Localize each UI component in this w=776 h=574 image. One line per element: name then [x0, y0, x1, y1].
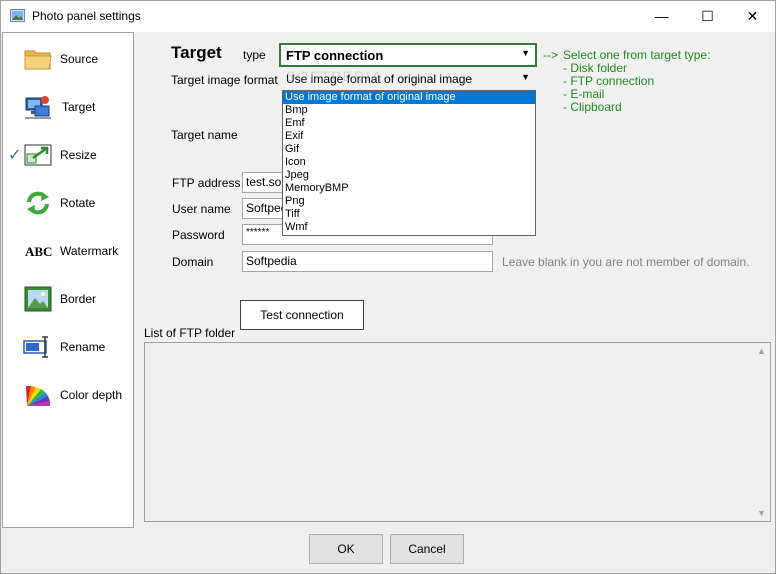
hint-arrow: --> [543, 48, 558, 62]
title-bar: Photo panel settings — ☐ ✕ [1, 1, 775, 32]
window-title: Photo panel settings [32, 9, 141, 23]
folder-list-label: List of FTP folder [144, 326, 236, 340]
dropdown-option[interactable]: Wmf [283, 221, 535, 234]
sidebar-item-label: Border [60, 292, 97, 306]
sidebar-item-rename[interactable]: Rename [3, 327, 133, 367]
maximize-icon: ☐ [701, 7, 714, 24]
network-icon [25, 96, 51, 119]
ok-button[interactable]: OK [309, 534, 383, 564]
test-connection-button[interactable]: Test connection [240, 300, 364, 330]
dropdown-option[interactable]: Exif [283, 130, 535, 143]
chevron-down-icon: ▼ [521, 72, 530, 82]
sidebar-item-rotate[interactable]: Rotate [3, 183, 133, 223]
sidebar-item-label: Source [60, 52, 99, 66]
domain-label: Domain [172, 255, 214, 269]
scroll-up-icon[interactable]: ▲ [757, 346, 766, 356]
scroll-down-icon[interactable]: ▼ [757, 508, 766, 518]
dropdown-option[interactable]: Tiff [283, 208, 535, 221]
ftp-folder-list[interactable]: ▲ ▼ [144, 342, 771, 522]
ftp-address-label: FTP address [172, 176, 241, 190]
dropdown-option[interactable]: Jpeg [283, 169, 535, 182]
dropdown-option[interactable]: Use image format of original image [283, 91, 535, 104]
sidebar-item-resize[interactable]: ✓ Resize [3, 135, 133, 175]
image-format-label: Target image format [171, 73, 278, 87]
user-name-label: User name [172, 202, 231, 216]
dropdown-option[interactable]: Gif [283, 143, 535, 156]
minimize-icon: — [654, 8, 669, 24]
close-icon: ✕ [746, 7, 759, 24]
target-name-label: Target name [171, 128, 238, 142]
hint-line: - E-mail [563, 87, 605, 101]
dropdown-option[interactable]: MemoryBMP [283, 182, 535, 195]
maximize-button[interactable]: ☐ [685, 1, 730, 31]
hint-line: Select one from target type: [563, 48, 711, 62]
picture-icon [24, 286, 52, 312]
rotate-icon [27, 191, 49, 215]
folder-icon [24, 50, 52, 70]
chevron-down-icon: ▼ [521, 48, 530, 58]
abc-icon: ABC [25, 244, 53, 259]
sidebar-item-watermark[interactable]: ABC Watermark [3, 231, 133, 271]
image-format-dropdown[interactable]: Use image format of original image Bmp E… [282, 90, 536, 236]
sidebar-item-label: Rotate [60, 196, 96, 210]
vertical-scrollbar[interactable]: ▲ ▼ [753, 343, 770, 521]
hint-line: - Disk folder [563, 61, 628, 75]
app-icon [10, 9, 25, 22]
dropdown-option[interactable]: Emf [283, 117, 535, 130]
minimize-button[interactable]: — [639, 1, 684, 31]
target-type-combo[interactable]: FTP connection ▼ [279, 43, 537, 67]
rename-icon [23, 336, 48, 358]
hint-line: - FTP connection [563, 74, 655, 88]
check-icon: ✓ [8, 147, 22, 164]
dropdown-option[interactable]: Bmp [283, 104, 535, 117]
sidebar: Source Target ✓ Resize Rotate ABC Waterm… [2, 32, 134, 528]
cancel-button[interactable]: Cancel [390, 534, 464, 564]
dropdown-option[interactable]: Png [283, 195, 535, 208]
sidebar-item-label: Color depth [60, 388, 123, 402]
sidebar-item-label: Watermark [60, 244, 119, 258]
sidebar-item-label: Rename [60, 340, 106, 354]
hint-line: - Clipboard [563, 100, 622, 114]
target-type-value: FTP connection [286, 48, 384, 63]
sidebar-item-color-depth[interactable]: Color depth [3, 375, 133, 415]
settings-window: Photo panel settings — ☐ ✕ Source Target [0, 0, 776, 574]
password-label: Password [172, 228, 225, 242]
color-fan-icon [26, 386, 50, 406]
resize-icon [24, 144, 52, 166]
target-heading: Target [171, 43, 222, 62]
sidebar-item-target[interactable]: Target [3, 87, 133, 127]
sidebar-item-label: Resize [60, 148, 97, 162]
domain-field[interactable]: Softpedia [242, 251, 493, 272]
sidebar-item-source[interactable]: Source [3, 39, 133, 79]
type-label: type [243, 48, 266, 62]
close-button[interactable]: ✕ [730, 1, 775, 31]
sidebar-item-border[interactable]: Border [3, 279, 133, 319]
dropdown-option[interactable]: Icon [283, 156, 535, 169]
domain-hint: Leave blank in you are not member of dom… [502, 255, 750, 269]
watermark-text: SOFTPEDIA [286, 68, 384, 84]
sidebar-item-label: Target [62, 100, 96, 114]
